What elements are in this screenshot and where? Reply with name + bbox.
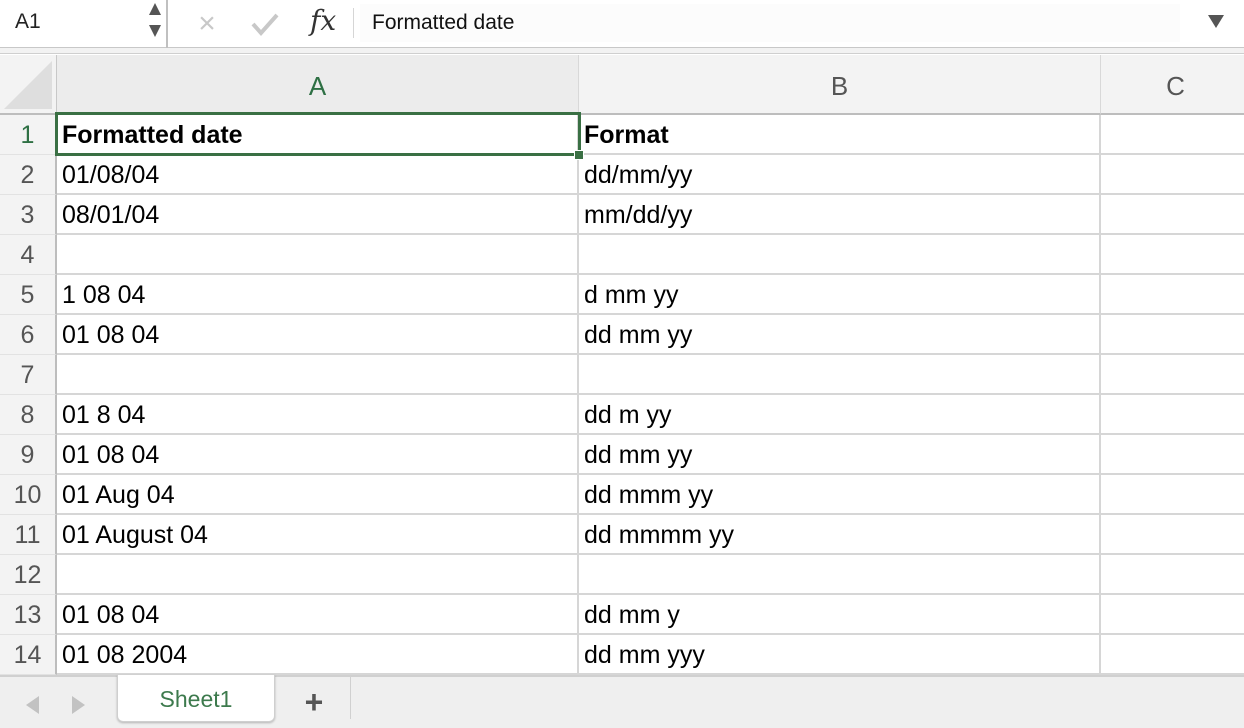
spreadsheet-grid: A B C 1 Formatted date Format 2 01/08/04 dd/m… bbox=[0, 55, 1244, 675]
cell-a12[interactable] bbox=[57, 555, 579, 595]
cell-a10[interactable]: 01 Aug 04 bbox=[57, 475, 579, 515]
formula-input[interactable] bbox=[360, 4, 1180, 42]
name-box-stepper[interactable] bbox=[148, 3, 162, 43]
column-header-c[interactable]: C bbox=[1101, 55, 1244, 115]
row-header[interactable]: 12 bbox=[0, 555, 57, 595]
row-header[interactable]: 13 bbox=[0, 595, 57, 635]
row-header[interactable]: 5 bbox=[0, 275, 57, 315]
cell-c3[interactable] bbox=[1101, 195, 1244, 235]
cell-b13[interactable]: dd mm y bbox=[579, 595, 1101, 635]
sheet-tab-sheet1[interactable]: Sheet1 bbox=[117, 675, 275, 722]
select-all-icon bbox=[4, 61, 52, 109]
cell-a1[interactable]: Formatted date bbox=[57, 115, 579, 155]
function-icon[interactable]: fx bbox=[310, 4, 336, 37]
cell-c9[interactable] bbox=[1101, 435, 1244, 475]
cell-b4[interactable] bbox=[579, 235, 1101, 275]
checkmark-icon[interactable] bbox=[249, 9, 281, 39]
cell-a3[interactable]: 08/01/04 bbox=[57, 195, 579, 235]
cancel-icon[interactable]: × bbox=[192, 9, 222, 39]
row-header[interactable]: 4 bbox=[0, 235, 57, 275]
cell-c1[interactable] bbox=[1101, 115, 1244, 155]
divider bbox=[166, 0, 168, 48]
arrow-down-icon[interactable] bbox=[149, 25, 161, 37]
cell-a11[interactable]: 01 August 04 bbox=[57, 515, 579, 555]
fill-handle[interactable] bbox=[574, 150, 584, 160]
cell-c5[interactable] bbox=[1101, 275, 1244, 315]
cell-b12[interactable] bbox=[579, 555, 1101, 595]
select-all-button[interactable] bbox=[0, 55, 57, 115]
cell-b2[interactable]: dd/mm/yy bbox=[579, 155, 1101, 195]
row-header[interactable]: 11 bbox=[0, 515, 57, 555]
cell-b8[interactable]: dd m yy bbox=[579, 395, 1101, 435]
name-box[interactable]: A1 bbox=[0, 0, 145, 48]
add-sheet-button[interactable]: + bbox=[297, 685, 331, 719]
sheet-tab-bar: Sheet1 + bbox=[0, 675, 1244, 728]
formula-bar: A1 × fx bbox=[0, 0, 1244, 48]
divider bbox=[353, 8, 354, 38]
column-header-b[interactable]: B bbox=[579, 55, 1101, 115]
expand-formula-bar-icon[interactable] bbox=[1208, 15, 1224, 28]
cell-c4[interactable] bbox=[1101, 235, 1244, 275]
row-header[interactable]: 7 bbox=[0, 355, 57, 395]
formula-bar-separator bbox=[0, 48, 1244, 54]
next-sheet-icon[interactable] bbox=[72, 696, 85, 714]
cell-c7[interactable] bbox=[1101, 355, 1244, 395]
cell-b14[interactable]: dd mm yyy bbox=[579, 635, 1101, 675]
cell-a6[interactable]: 01 08 04 bbox=[57, 315, 579, 355]
row-header[interactable]: 14 bbox=[0, 635, 57, 675]
cell-a13[interactable]: 01 08 04 bbox=[57, 595, 579, 635]
cell-c6[interactable] bbox=[1101, 315, 1244, 355]
row-header[interactable]: 2 bbox=[0, 155, 57, 195]
divider bbox=[350, 677, 351, 719]
cell-c12[interactable] bbox=[1101, 555, 1244, 595]
cell-b9[interactable]: dd mm yy bbox=[579, 435, 1101, 475]
cell-a8[interactable]: 01 8 04 bbox=[57, 395, 579, 435]
cell-a5[interactable]: 1 08 04 bbox=[57, 275, 579, 315]
cell-c10[interactable] bbox=[1101, 475, 1244, 515]
cell-c13[interactable] bbox=[1101, 595, 1244, 635]
cell-a7[interactable] bbox=[57, 355, 579, 395]
cell-b7[interactable] bbox=[579, 355, 1101, 395]
cell-c14[interactable] bbox=[1101, 635, 1244, 675]
arrow-up-icon[interactable] bbox=[149, 3, 161, 15]
cell-c11[interactable] bbox=[1101, 515, 1244, 555]
cell-b3[interactable]: mm/dd/yy bbox=[579, 195, 1101, 235]
row-header[interactable]: 3 bbox=[0, 195, 57, 235]
name-box-value[interactable]: A1 bbox=[15, 10, 41, 34]
row-header[interactable]: 1 bbox=[0, 115, 57, 155]
cell-a4[interactable] bbox=[57, 235, 579, 275]
row-header[interactable]: 8 bbox=[0, 395, 57, 435]
cell-b1[interactable]: Format bbox=[579, 115, 1101, 155]
column-header-a[interactable]: A bbox=[57, 55, 579, 115]
cell-b6[interactable]: dd mm yy bbox=[579, 315, 1101, 355]
cell-a2[interactable]: 01/08/04 bbox=[57, 155, 579, 195]
cell-c2[interactable] bbox=[1101, 155, 1244, 195]
row-header[interactable]: 9 bbox=[0, 435, 57, 475]
cell-a14[interactable]: 01 08 2004 bbox=[57, 635, 579, 675]
cell-a9[interactable]: 01 08 04 bbox=[57, 435, 579, 475]
row-header[interactable]: 10 bbox=[0, 475, 57, 515]
previous-sheet-icon[interactable] bbox=[26, 696, 39, 714]
cell-b5[interactable]: d mm yy bbox=[579, 275, 1101, 315]
cell-c8[interactable] bbox=[1101, 395, 1244, 435]
cell-b10[interactable]: dd mmm yy bbox=[579, 475, 1101, 515]
row-header[interactable]: 6 bbox=[0, 315, 57, 355]
cell-b11[interactable]: dd mmmm yy bbox=[579, 515, 1101, 555]
